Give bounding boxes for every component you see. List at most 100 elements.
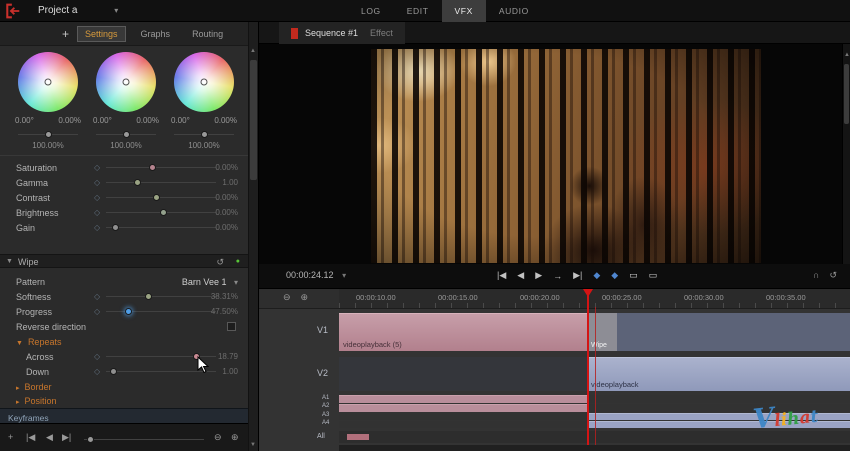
track-label-a4[interactable]: A4 [322,420,329,426]
zoom-out-icon[interactable]: ⊖ [214,432,222,443]
slider-knob[interactable] [201,131,208,138]
color-wheel[interactable] [18,52,78,112]
progress-slider[interactable] [106,308,216,316]
first-keyframe-button[interactable]: |◀ [26,432,35,443]
slider-knob[interactable] [152,194,160,201]
tab-audio[interactable]: AUDIO [486,0,542,22]
clip-videoplayback[interactable]: videoplayback [587,357,850,391]
keyframe-toggle-icon[interactable]: ◇ [94,193,100,202]
tab-vfx[interactable]: VFX [441,0,486,22]
wheel-level-slider[interactable] [18,131,78,139]
tab-settings[interactable]: Settings [77,25,126,42]
slider-knob[interactable] [109,368,117,375]
slider-knob[interactable] [87,436,94,443]
repeats-section-toggle[interactable]: ▼ Repeats [16,337,61,347]
tab-edit[interactable]: EDIT [394,0,442,22]
gamma-slider[interactable] [106,179,216,187]
clip-outgoing-region[interactable] [617,313,850,351]
timeline-zoom-out-button[interactable]: ⊖ [283,292,291,303]
all-track-marker[interactable] [347,434,369,440]
track-label-a2[interactable]: A2 [322,403,329,409]
wheel-indicator[interactable] [200,78,208,86]
collapse-icon[interactable]: ▼ [6,258,13,265]
slider-knob[interactable] [45,131,52,138]
scrollbar-thumb[interactable] [844,64,849,124]
brightness-slider[interactable] [106,209,216,217]
single-view-button[interactable]: ▭ [629,270,638,281]
sequence-tab[interactable]: Sequence #1 Effect [279,22,405,44]
tab-routing[interactable]: Routing [185,27,230,41]
effect-enabled-indicator[interactable]: ● [236,258,240,265]
scroll-up-icon[interactable]: ▲ [844,52,850,58]
effect-tab-label[interactable]: Effect [370,28,393,38]
contrast-slider[interactable] [106,194,216,202]
timecode-display[interactable]: 00:00:24.12 ▾ [286,270,346,280]
wheel-level-slider[interactable] [96,131,156,139]
keyframes-bar[interactable]: Keyframes [0,408,248,423]
mark-out-button[interactable]: ◆ [611,270,618,281]
pattern-dropdown[interactable]: Barn Vee 1 ▾ [182,277,238,287]
slider-knob[interactable] [125,308,132,315]
tab-log[interactable]: LOG [348,0,394,22]
goto-start-button[interactable]: |◀ [497,270,506,281]
video-frame[interactable] [371,49,761,263]
slider-knob[interactable] [111,224,119,231]
wheel-indicator[interactable] [44,78,52,86]
playhead-flag[interactable] [583,289,593,297]
track-label-a1[interactable]: A1 [322,395,329,401]
color-wheel[interactable] [174,52,234,112]
softness-slider[interactable] [106,293,216,301]
play-button[interactable]: ▶ [535,270,542,281]
clip-wipe-transition[interactable]: Wipe [587,313,617,351]
tab-graphs[interactable]: Graphs [134,27,178,41]
across-slider[interactable] [106,353,216,361]
slider-knob[interactable] [133,179,141,186]
dual-view-button[interactable]: ▭ [649,270,658,281]
exit-project-button[interactable] [5,3,23,19]
keyframe-toggle-icon[interactable]: ◇ [94,163,100,172]
step-back-button[interactable]: ◀ [517,270,524,281]
keyframe-toggle-icon[interactable]: ◇ [94,307,100,316]
loop-button[interactable]: ↺ [829,270,837,281]
reverse-direction-checkbox[interactable] [227,322,236,331]
panel-scrollbar[interactable]: ▲ ▼ [248,22,258,451]
keyframe-toggle-icon[interactable]: ◇ [94,223,100,232]
keyframe-toggle-icon[interactable]: ◇ [94,178,100,187]
clip-videoplayback-5[interactable]: videoplayback (5) [339,313,587,351]
down-slider[interactable] [106,368,216,376]
slider-knob[interactable] [149,164,157,171]
keyframe-toggle-icon[interactable]: ◇ [94,367,100,376]
position-section-toggle[interactable]: ▸ Position [16,396,57,406]
wipe-section-header[interactable]: ▼ Wipe ↺ ● [0,254,248,268]
zoom-in-icon[interactable]: ⊕ [231,432,239,443]
mark-in-button[interactable]: ◆ [593,270,600,281]
add-effect-button[interactable]: + [62,27,69,41]
gain-slider[interactable] [106,224,216,232]
slider-knob[interactable] [144,293,152,300]
keyframe-toggle-icon[interactable]: ◇ [94,208,100,217]
track-label-v2[interactable]: V2 [317,368,328,378]
timeline-horizontal-scrollbar[interactable] [339,445,850,451]
slider-knob[interactable] [123,131,130,138]
track-label-v1[interactable]: V1 [317,325,328,335]
track-label-a3[interactable]: A3 [322,412,329,418]
scrollbar-thumb[interactable] [250,60,257,180]
timeline-ruler[interactable]: 00:00:10.00 00:00:15.00 00:00:20.00 00:0… [339,289,850,309]
playhead[interactable] [587,291,589,445]
add-keyframe-button[interactable]: + [8,432,13,442]
keyframe-toggle-icon[interactable]: ◇ [94,352,100,361]
border-section-toggle[interactable]: ▸ Border [16,382,52,392]
keyframe-zoom-slider[interactable] [84,436,204,444]
slider-knob[interactable] [193,353,201,360]
audio-clip[interactable] [339,404,587,412]
slider-knob[interactable] [160,209,168,216]
prev-keyframe-button[interactable]: ◀ [46,432,53,443]
scroll-down-icon[interactable]: ▼ [250,442,256,448]
viewer-scrollbar[interactable]: ▲ [842,44,850,264]
saturation-slider[interactable] [106,164,216,172]
project-menu[interactable]: Project a ▾ [38,0,118,22]
headphone-icon[interactable]: ∩ [813,270,819,281]
wheel-level-slider[interactable] [174,131,234,139]
goto-end-button[interactable]: ▶| [573,270,582,281]
next-keyframe-button[interactable]: ▶| [62,432,71,443]
